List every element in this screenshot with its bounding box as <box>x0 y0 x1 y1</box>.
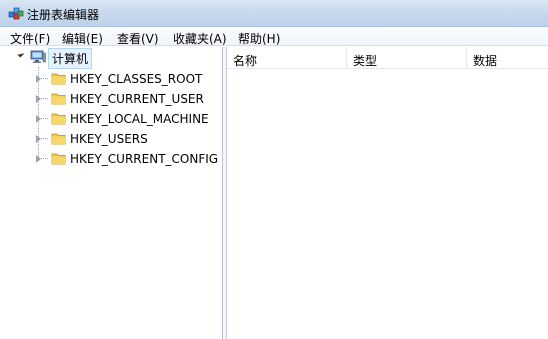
expand-arrow-icon[interactable] <box>36 75 41 83</box>
title-bar[interactable]: 注册表编辑器 <box>0 0 548 27</box>
column-header-name[interactable]: 名称 <box>227 47 347 69</box>
tree-item-label: HKEY_USERS <box>70 132 148 146</box>
folder-icon <box>51 73 66 85</box>
menu-file[interactable]: 文件(F) <box>10 30 50 47</box>
collapse-arrow-icon[interactable] <box>17 50 25 58</box>
column-header-label: 数据 <box>473 54 498 68</box>
folder-icon <box>51 133 66 145</box>
values-list-pane[interactable]: 名称 类型 数据 <box>227 47 548 339</box>
tree-item-hkey-current-config[interactable]: HKEY_CURRENT_CONFIG <box>0 149 220 169</box>
expand-arrow-icon[interactable] <box>36 135 41 143</box>
tree-item-label: HKEY_CURRENT_USER <box>70 92 204 106</box>
column-header-label: 类型 <box>353 54 378 68</box>
expand-arrow-icon[interactable] <box>36 95 41 103</box>
tree-item-hkey-current-user[interactable]: HKEY_CURRENT_USER <box>0 89 220 109</box>
tree-item-label: HKEY_CURRENT_CONFIG <box>70 152 219 166</box>
tree-item-label: HKEY_LOCAL_MACHINE <box>70 112 209 126</box>
tree-item-computer[interactable]: 计算机 <box>0 47 220 69</box>
folder-icon <box>51 153 66 165</box>
menu-favorites[interactable]: 收藏夹(A) <box>173 30 227 47</box>
menu-edit[interactable]: 编辑(E) <box>62 30 103 47</box>
expand-arrow-icon[interactable] <box>36 115 41 123</box>
tree-item-label: HKEY_CLASSES_ROOT <box>70 72 203 86</box>
folder-icon <box>51 93 66 105</box>
column-header-label: 名称 <box>233 54 258 68</box>
key-tree-pane[interactable]: 计算机 HKEY_CLASSES_ROOT HKEY_CURRENT_USER … <box>0 47 223 339</box>
column-header-type[interactable]: 类型 <box>347 47 467 69</box>
tree-item-label: 计算机 <box>48 48 93 69</box>
computer-icon <box>30 50 46 63</box>
folder-icon <box>51 113 66 125</box>
menu-view[interactable]: 查看(V) <box>117 30 159 47</box>
window-title: 注册表编辑器 <box>27 8 100 22</box>
menu-help[interactable]: 帮助(H) <box>238 30 280 47</box>
column-header-data[interactable]: 数据 <box>467 47 548 69</box>
tree-item-hkey-classes-root[interactable]: HKEY_CLASSES_ROOT <box>0 69 220 89</box>
expand-arrow-icon[interactable] <box>36 155 41 163</box>
tree-item-hkey-local-machine[interactable]: HKEY_LOCAL_MACHINE <box>0 109 220 129</box>
tree-item-hkey-users[interactable]: HKEY_USERS <box>0 129 220 149</box>
registry-editor-icon <box>8 7 24 20</box>
menu-bar: 文件(F) 编辑(E) 查看(V) 收藏夹(A) 帮助(H) <box>0 27 548 46</box>
